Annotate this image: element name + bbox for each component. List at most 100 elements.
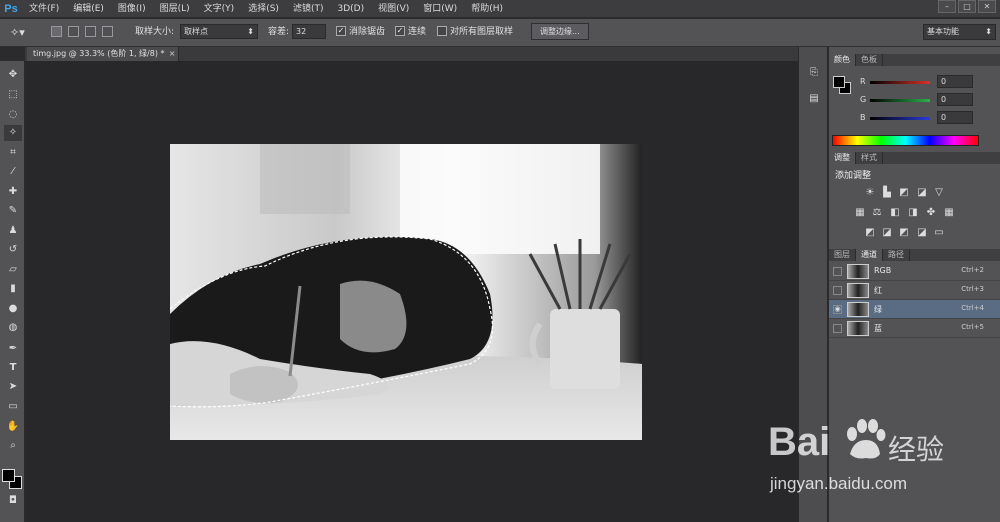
brightness-contrast-icon[interactable]: ☀ — [864, 187, 876, 198]
menu-view[interactable]: 视图(V) — [371, 0, 416, 18]
sample-all-layers-checkbox[interactable] — [437, 26, 447, 36]
add-selection-icon[interactable] — [68, 26, 79, 37]
watermark-url: jingyan.baidu.com — [770, 474, 908, 493]
healing-brush-icon[interactable]: ✚ — [4, 184, 22, 200]
subtract-selection-icon[interactable] — [85, 26, 96, 37]
tab-swatches[interactable]: 色板 — [856, 54, 883, 66]
magic-wand-icon[interactable]: ✧▾ — [10, 25, 25, 40]
blue-track[interactable] — [870, 117, 930, 120]
visibility-toggle[interactable] — [833, 286, 842, 295]
menu-file[interactable]: 文件(F) — [22, 0, 66, 18]
threshold-icon[interactable]: ◩ — [898, 227, 910, 238]
blue-slider[interactable]: B 0 — [860, 111, 997, 125]
channel-row-rgb[interactable]: RGB Ctrl+2 — [829, 262, 1000, 281]
channel-row-blue[interactable]: 蓝 Ctrl+5 — [829, 319, 1000, 338]
green-track[interactable] — [870, 99, 930, 102]
menu-type[interactable]: 文字(Y) — [197, 0, 242, 18]
levels-icon[interactable]: ▙ — [881, 187, 893, 198]
clone-stamp-icon[interactable]: ♟ — [4, 223, 22, 239]
minimize-button[interactable]: – — [938, 0, 956, 13]
panel-foreground-swatch[interactable] — [833, 76, 845, 88]
green-slider[interactable]: G 0 — [860, 93, 997, 107]
brush-tool-icon[interactable]: ✎ — [4, 203, 22, 219]
maximize-button[interactable]: □ — [958, 0, 976, 13]
quick-mask-icon[interactable]: ◘ — [4, 493, 22, 509]
menu-filter[interactable]: 滤镜(T) — [286, 0, 331, 18]
pen-tool-icon[interactable]: ✒ — [4, 341, 22, 357]
magic-wand-tool-icon[interactable]: ✧ — [4, 125, 22, 141]
hand-tool-icon[interactable]: ✋ — [4, 419, 22, 435]
type-tool-icon[interactable]: T — [4, 360, 22, 376]
dodge-tool-icon[interactable]: ◍ — [4, 320, 22, 336]
menu-3d[interactable]: 3D(D) — [330, 0, 371, 18]
tab-adjustments[interactable]: 调整 — [829, 152, 856, 164]
new-selection-icon[interactable] — [51, 26, 62, 37]
eye-icon[interactable]: ◉ — [833, 305, 842, 314]
menu-help[interactable]: 帮助(H) — [464, 0, 510, 18]
shape-tool-icon[interactable]: ▭ — [4, 399, 22, 415]
foreground-color-swatch[interactable] — [2, 469, 15, 482]
menu-image[interactable]: 图像(I) — [111, 0, 153, 18]
visibility-toggle[interactable] — [833, 267, 842, 276]
eraser-tool-icon[interactable]: ▱ — [4, 262, 22, 278]
selective-color-icon[interactable]: ◪ — [916, 227, 928, 238]
tab-paths[interactable]: 路径 — [883, 249, 910, 261]
eyedropper-tool-icon[interactable]: ⁄ — [4, 164, 22, 180]
invert-icon[interactable]: ◩ — [864, 227, 876, 238]
crop-tool-icon[interactable]: ⌗ — [4, 145, 22, 161]
color-balance-icon[interactable]: ⚖ — [871, 207, 883, 218]
visibility-toggle[interactable] — [833, 324, 842, 333]
photo-filter-icon[interactable]: ◨ — [907, 207, 919, 218]
close-tab-icon[interactable]: × — [169, 47, 176, 61]
close-button[interactable]: ✕ — [978, 0, 996, 13]
channel-row-red[interactable]: 红 Ctrl+3 — [829, 281, 1000, 300]
refine-edge-button[interactable]: 调整边缘... — [531, 23, 589, 40]
tab-channels[interactable]: 通道 — [856, 249, 883, 261]
tab-color[interactable]: 颜色 — [829, 54, 856, 66]
contiguous-checkbox[interactable]: ✓ — [395, 26, 405, 36]
hue-saturation-icon[interactable]: ▦ — [854, 207, 866, 218]
channel-mixer-icon[interactable]: ✤ — [925, 207, 937, 218]
tab-layers[interactable]: 图层 — [829, 249, 856, 261]
properties-panel-icon[interactable]: ▤ — [806, 91, 822, 107]
red-value[interactable]: 0 — [937, 75, 973, 88]
tolerance-input[interactable]: 32 — [292, 24, 326, 39]
menu-layer[interactable]: 图层(L) — [153, 0, 197, 18]
workspace-select[interactable]: 基本功能 ⬍ — [923, 24, 996, 40]
red-slider[interactable]: R 0 — [860, 75, 997, 89]
gradient-map-icon[interactable]: ▭ — [933, 227, 945, 238]
posterize-icon[interactable]: ◪ — [881, 227, 893, 238]
channel-row-green[interactable]: ◉ 绿 Ctrl+4 — [829, 300, 1000, 319]
zoom-tool-icon[interactable]: ⌕ — [4, 438, 22, 454]
blur-tool-icon[interactable]: ● — [4, 301, 22, 317]
tab-styles[interactable]: 样式 — [856, 152, 883, 164]
color-lookup-icon[interactable]: ▦ — [943, 207, 955, 218]
color-swatches[interactable] — [2, 469, 24, 491]
intersect-selection-icon[interactable] — [102, 26, 113, 37]
lasso-tool-icon[interactable]: ◌ — [4, 107, 22, 123]
antialias-checkbox[interactable]: ✓ — [336, 26, 346, 36]
menu-select[interactable]: 选择(S) — [241, 0, 286, 18]
blue-value[interactable]: 0 — [937, 111, 973, 124]
vibrance-icon[interactable]: ▽ — [933, 187, 945, 198]
path-selection-icon[interactable]: ➤ — [4, 379, 22, 395]
sample-size-select[interactable]: 取样点 ⬍ — [180, 24, 258, 39]
document-image[interactable] — [170, 144, 642, 440]
document-tab[interactable]: timg.jpg @ 33.3% (色阶 1, 绿/8) * × — [27, 47, 180, 61]
channel-name: 蓝 — [874, 324, 882, 333]
green-value[interactable]: 0 — [937, 93, 973, 106]
color-spectrum-bar[interactable] — [832, 135, 979, 146]
curves-icon[interactable]: ◩ — [898, 187, 910, 198]
history-panel-icon[interactable]: ⎘ — [806, 65, 822, 81]
move-tool-icon[interactable]: ✥ — [4, 67, 22, 83]
menu-window[interactable]: 窗口(W) — [416, 0, 464, 18]
red-track[interactable] — [870, 81, 930, 84]
dropdown-arrow-icon: ⬍ — [247, 27, 254, 36]
menu-edit[interactable]: 编辑(E) — [66, 0, 111, 18]
history-brush-icon[interactable]: ↺ — [4, 242, 22, 258]
black-white-icon[interactable]: ◧ — [889, 207, 901, 218]
exposure-icon[interactable]: ◪ — [916, 187, 928, 198]
marquee-tool-icon[interactable]: ⬚ — [4, 87, 22, 103]
gradient-tool-icon[interactable]: ▮ — [4, 281, 22, 297]
channels-panel-tabs: 图层 通道 路径 — [829, 249, 1000, 261]
